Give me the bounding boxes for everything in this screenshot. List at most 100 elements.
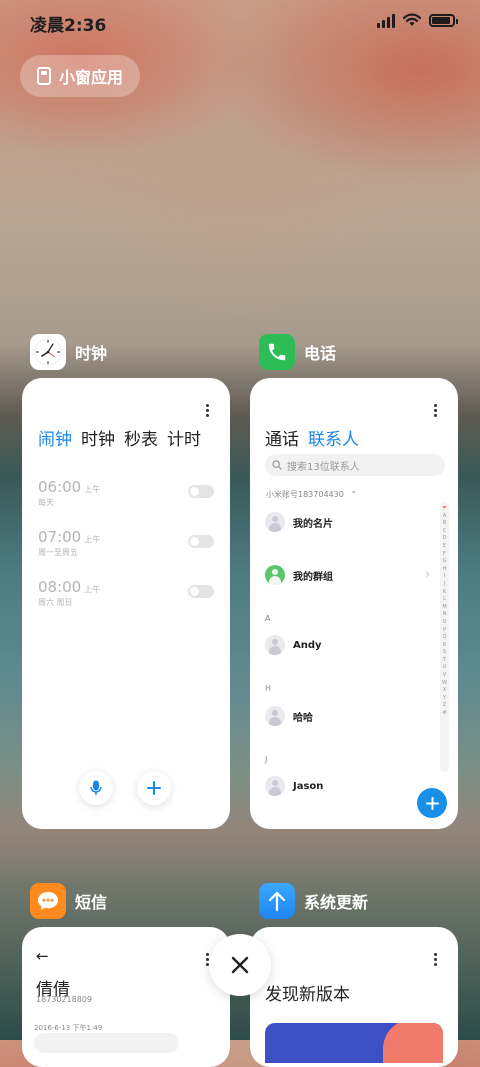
- index-letter[interactable]: V: [443, 672, 446, 680]
- contact-name: 我的群组: [293, 571, 333, 583]
- voice-alarm-button[interactable]: [79, 771, 113, 805]
- clock-more-icon[interactable]: [206, 404, 209, 417]
- tab-contacts[interactable]: 联系人: [308, 425, 359, 450]
- phone-app-card[interactable]: 通话 联系人 搜索13位联系人 小米账号183704430 ⌃ 我的名片 我的群…: [250, 378, 458, 829]
- contact-my-card[interactable]: 我的名片: [265, 512, 333, 532]
- index-letter[interactable]: D: [443, 535, 447, 543]
- clock-app-name: 时钟: [75, 344, 108, 363]
- back-arrow-icon[interactable]: ←: [36, 947, 49, 965]
- sms-app-header[interactable]: 短信: [30, 883, 107, 919]
- plus-icon: [147, 781, 161, 795]
- group-avatar: [265, 565, 285, 585]
- contact-my-groups[interactable]: 我的群组 ›: [265, 565, 430, 585]
- alarm-item[interactable]: 08:00 上午 周六 周日: [38, 577, 214, 613]
- alphabet-index-bar[interactable]: ❤ A B C D E F G H I J K L M N O P Q R S T U V W X Y Z #: [440, 502, 449, 772]
- chevron-right-icon: ›: [425, 567, 430, 581]
- index-letter[interactable]: X: [443, 687, 446, 695]
- tab-timer[interactable]: 计时: [167, 425, 201, 450]
- index-letter[interactable]: O: [443, 619, 447, 627]
- small-window-apps-button[interactable]: 小窗应用: [20, 55, 140, 97]
- add-alarm-button[interactable]: [137, 771, 171, 805]
- alarm-toggle[interactable]: [188, 485, 214, 498]
- index-letter[interactable]: P: [443, 627, 446, 635]
- index-letter[interactable]: U: [443, 664, 447, 672]
- alarm-time: 07:00: [38, 528, 82, 546]
- add-contact-button[interactable]: [417, 788, 447, 818]
- phone-app-icon: [259, 334, 295, 370]
- update-app-icon: [259, 883, 295, 919]
- signal-icon: [377, 12, 395, 28]
- clock-app-card[interactable]: 闹钟 时钟 秒表 计时 06:00 上午 每天 07:00 上午 周一至周五 08:…: [22, 378, 230, 829]
- alarm-ampm: 上午: [84, 585, 101, 594]
- search-icon: [272, 460, 282, 470]
- microphone-icon: [90, 780, 102, 795]
- index-letter[interactable]: T: [443, 657, 446, 665]
- index-letter[interactable]: Z: [443, 702, 446, 710]
- contact-name: Andy: [293, 639, 322, 651]
- index-letter[interactable]: F: [443, 551, 446, 559]
- alarm-item[interactable]: 07:00 上午 周一至周五: [38, 527, 214, 563]
- clock-tabs: 闹钟 时钟 秒表 计时: [38, 425, 201, 450]
- index-letter[interactable]: J: [444, 581, 445, 589]
- clear-all-button[interactable]: [209, 934, 271, 996]
- index-letter[interactable]: I: [444, 573, 445, 581]
- avatar: [265, 512, 285, 532]
- update-app-header[interactable]: 系统更新: [259, 883, 368, 919]
- alarm-toggle[interactable]: [188, 535, 214, 548]
- tab-alarm[interactable]: 闹钟: [38, 425, 72, 450]
- phone-more-icon[interactable]: [434, 404, 437, 417]
- contact-search-input[interactable]: 搜索13位联系人: [265, 454, 445, 476]
- index-letter[interactable]: E: [443, 543, 446, 551]
- index-letter[interactable]: B: [443, 520, 446, 528]
- avatar: [265, 706, 285, 726]
- index-letter[interactable]: W: [442, 680, 447, 688]
- alarm-item[interactable]: 06:00 上午 每天: [38, 477, 214, 513]
- account-label: 小米账号183704430: [266, 490, 344, 499]
- contact-jason[interactable]: Jason: [265, 776, 323, 796]
- small-window-label: 小窗应用: [58, 68, 123, 87]
- tab-calls[interactable]: 通话: [265, 425, 299, 450]
- plus-icon: [425, 796, 439, 810]
- index-letter[interactable]: S: [443, 649, 446, 657]
- status-bar: 凌晨2:36: [0, 0, 480, 42]
- index-letter[interactable]: A: [443, 513, 446, 521]
- message-bubble: [34, 1033, 179, 1053]
- update-more-icon[interactable]: [434, 953, 437, 966]
- update-banner: [265, 1023, 443, 1063]
- alarm-ampm: 上午: [84, 535, 101, 544]
- tab-stopwatch[interactable]: 秒表: [124, 425, 158, 450]
- phone-app-header[interactable]: 电话: [259, 334, 336, 370]
- contact-haha[interactable]: 哈哈: [265, 706, 313, 726]
- sms-app-card[interactable]: ← 倩倩 18730218809 2016-6-13 下午1:49: [22, 927, 230, 1067]
- index-letter[interactable]: K: [443, 589, 446, 597]
- index-letter[interactable]: ❤: [442, 505, 446, 513]
- contact-name: 哈哈: [293, 712, 313, 724]
- alarm-time: 08:00: [38, 578, 82, 596]
- index-letter[interactable]: G: [443, 558, 447, 566]
- phone-tabs: 通话 联系人: [265, 425, 359, 450]
- alarm-toggle[interactable]: [188, 585, 214, 598]
- clock-app-header[interactable]: 时钟: [30, 334, 107, 370]
- sms-app-name: 短信: [75, 893, 108, 912]
- index-letter[interactable]: H: [443, 566, 447, 574]
- index-letter[interactable]: #: [442, 710, 446, 718]
- index-letter[interactable]: L: [443, 596, 446, 604]
- account-selector[interactable]: 小米账号183704430 ⌃: [266, 489, 357, 500]
- update-app-card[interactable]: 发现新版本: [250, 927, 458, 1067]
- tab-clock[interactable]: 时钟: [81, 425, 115, 450]
- sms-app-icon: [30, 883, 66, 919]
- close-icon: [231, 956, 249, 974]
- update-headline: 发现新版本: [265, 985, 350, 1005]
- index-letter[interactable]: R: [443, 642, 446, 650]
- contact-andy[interactable]: Andy: [265, 635, 322, 655]
- wifi-icon: [403, 13, 421, 26]
- clock-app-icon: [30, 334, 66, 370]
- index-letter[interactable]: M: [442, 604, 446, 612]
- index-letter[interactable]: Q: [443, 634, 447, 642]
- sms-timestamp: 2016-6-13 下午1:49: [34, 1024, 103, 1032]
- contact-name: Jason: [293, 780, 324, 792]
- index-letter[interactable]: Y: [443, 695, 446, 703]
- index-letter[interactable]: N: [443, 611, 447, 619]
- index-letter[interactable]: C: [443, 528, 447, 536]
- sms-contact-number: 18730218809: [36, 995, 92, 1004]
